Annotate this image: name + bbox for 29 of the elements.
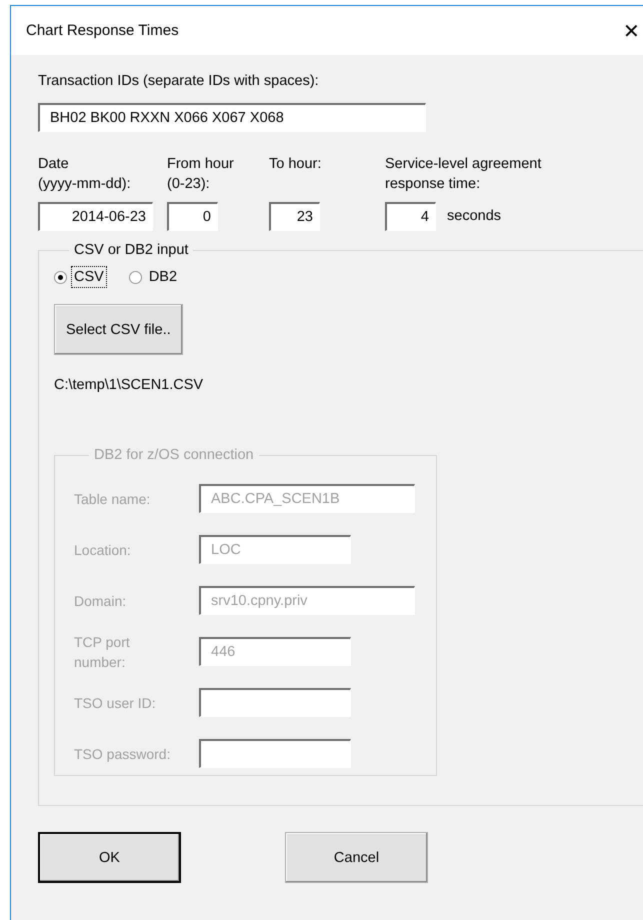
radio-label[interactable]: CSV [71,266,107,288]
input-field[interactable]: 23 [269,202,320,231]
radio-button[interactable] [128,270,142,284]
field-label: TCP port number: [74,632,131,672]
field-label: TSO user ID: [74,694,157,712]
dialog-button[interactable]: OK [38,832,181,883]
radio-button[interactable] [54,270,67,284]
group-title: CSV or DB2 input [73,241,190,260]
field-label: Domain: [74,592,128,610]
field-label: From hour (0-23): [167,155,235,194]
input-field[interactable]: 4 [385,202,436,231]
window-title: Chart Response Times [26,22,179,39]
radio-label[interactable]: DB2 [146,266,180,288]
field-label: TSO password: [74,744,172,764]
select-file-button[interactable]: Select CSV file.. [54,304,183,355]
field-label: Location: [74,540,132,560]
field-label: Table name: [74,490,152,508]
unit-label: seconds [447,207,502,226]
dialog-button[interactable]: Cancel [285,832,428,883]
input-field[interactable]: 2014-06-23 [38,202,153,231]
group-title: DB2 for z/OS connection [93,446,255,465]
file-path: C:\temp\1\SCEN1.CSV [54,376,204,395]
field-label: To hour: [269,155,322,174]
field-label: Date (yyyy-mm-dd): [38,155,132,194]
input-field[interactable]: 0 [167,202,218,231]
field-label: Service-level agreement response time: [385,155,542,194]
close-button[interactable]: ✕ [619,18,643,42]
input-field[interactable]: BH02 BK00 RXXN X066 X067 X068 [38,103,426,132]
field-label: Transaction IDs (separate IDs with spaces): [38,72,320,91]
